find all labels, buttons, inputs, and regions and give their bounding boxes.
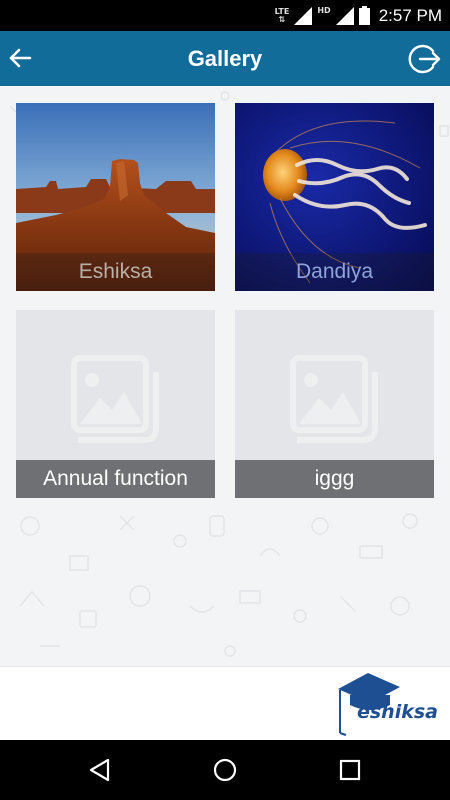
footer: eshiksa [0,666,450,740]
brand-logo-text: eshiksa [356,701,438,723]
system-nav-bar [0,740,450,800]
signal-icon [294,6,313,25]
album-tile[interactable]: Eshiksa [16,103,215,291]
album-tile[interactable]: iggg [235,310,434,498]
lte-data-icon: LTE ⇅ [274,6,290,24]
clock-time: 2:57 PM [378,5,442,25]
status-icons: LTE ⇅ HD 2:57 PM [275,0,442,31]
recents-square-icon[interactable] [336,756,364,784]
battery-icon [358,6,370,25]
album-tile[interactable]: Annual function [16,310,215,498]
back-triangle-icon[interactable] [86,756,114,784]
page-title: Gallery [187,46,263,71]
logout-icon[interactable] [406,41,442,77]
status-bar: LTE ⇅ HD 2:57 PM [0,0,450,31]
album-caption: iggg [235,460,434,498]
album-caption: Dandiya [235,253,434,291]
album-caption: Annual function [16,460,215,498]
signal-hd-icon [335,6,354,25]
home-circle-icon[interactable] [211,756,239,784]
hd-label: HD [317,6,331,15]
album-tile[interactable]: Dandiya [235,103,434,291]
album-caption: Eshiksa [16,253,215,291]
app-bar: Gallery [0,31,450,86]
gallery-content[interactable]: Eshiksa Dandiya Annual function iggg [0,86,450,666]
